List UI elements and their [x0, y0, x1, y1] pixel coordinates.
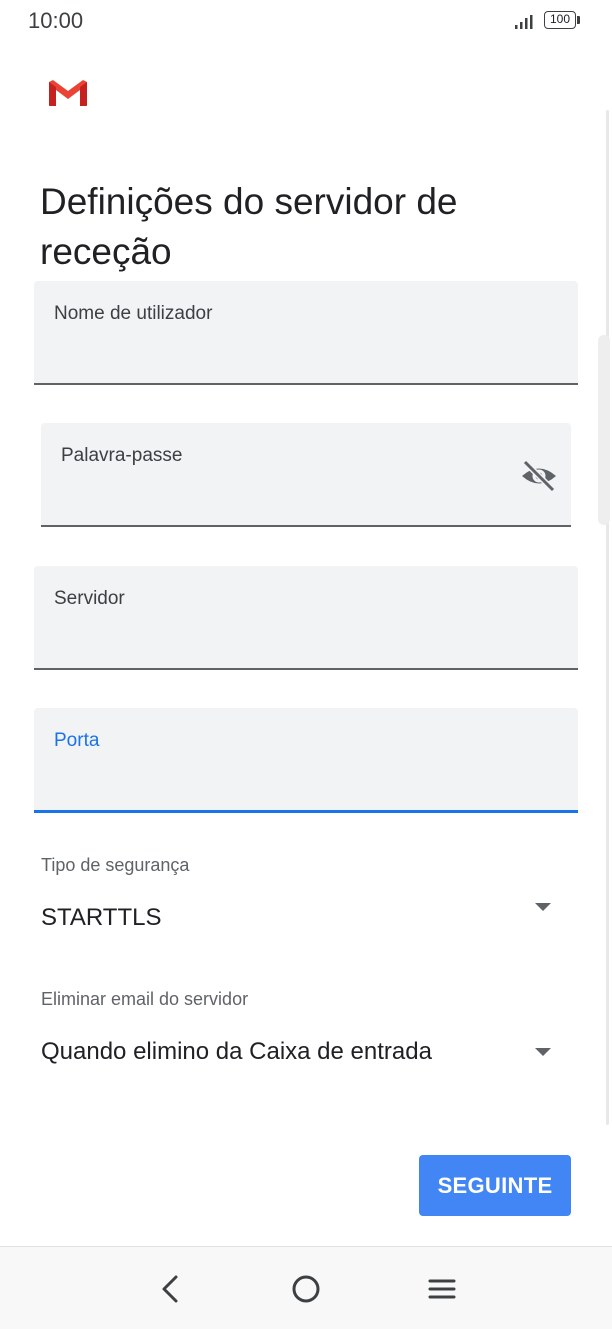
battery-level: 100: [549, 12, 571, 26]
chevron-down-icon[interactable]: [535, 1048, 551, 1056]
status-time: 10:00: [28, 8, 84, 33]
home-icon[interactable]: [278, 1261, 334, 1317]
battery-tip: [577, 16, 580, 24]
navigation-bar: [0, 1246, 612, 1329]
eye-off-icon[interactable]: [519, 457, 559, 495]
username-input[interactable]: [54, 341, 498, 373]
delete-email-label: Eliminar email do servidor: [41, 989, 249, 1009]
battery-icon: 100: [544, 11, 576, 29]
security-type-value[interactable]: STARTTLS: [41, 904, 161, 932]
password-input[interactable]: [61, 483, 465, 515]
server-label: Servidor: [54, 588, 125, 609]
server-input[interactable]: [54, 626, 498, 658]
chevron-down-icon[interactable]: [535, 903, 551, 911]
next-button[interactable]: SEGUINTE: [419, 1155, 571, 1216]
username-field[interactable]: Nome de utilizador: [34, 281, 578, 385]
scrollbar-track[interactable]: [606, 110, 609, 1125]
scrollbar-thumb[interactable]: [598, 335, 610, 525]
server-field[interactable]: Servidor: [34, 566, 578, 670]
back-icon[interactable]: [142, 1261, 198, 1317]
password-label: Palavra-passe: [61, 445, 183, 466]
port-input[interactable]: [54, 768, 498, 800]
signal-icon: [515, 15, 533, 29]
port-label: Porta: [54, 730, 100, 751]
security-type-label: Tipo de segurança: [41, 855, 190, 875]
page-title: Definições do servidor de receção: [40, 180, 458, 272]
password-field[interactable]: Palavra-passe: [41, 423, 571, 527]
username-label: Nome de utilizador: [54, 303, 213, 324]
delete-email-value[interactable]: Quando elimino da Caixa de entrada: [41, 1038, 432, 1066]
port-field[interactable]: Porta: [34, 708, 578, 813]
menu-icon[interactable]: [414, 1261, 470, 1317]
status-bar: 10:00 100: [0, 0, 612, 44]
gmail-icon: [49, 80, 87, 106]
